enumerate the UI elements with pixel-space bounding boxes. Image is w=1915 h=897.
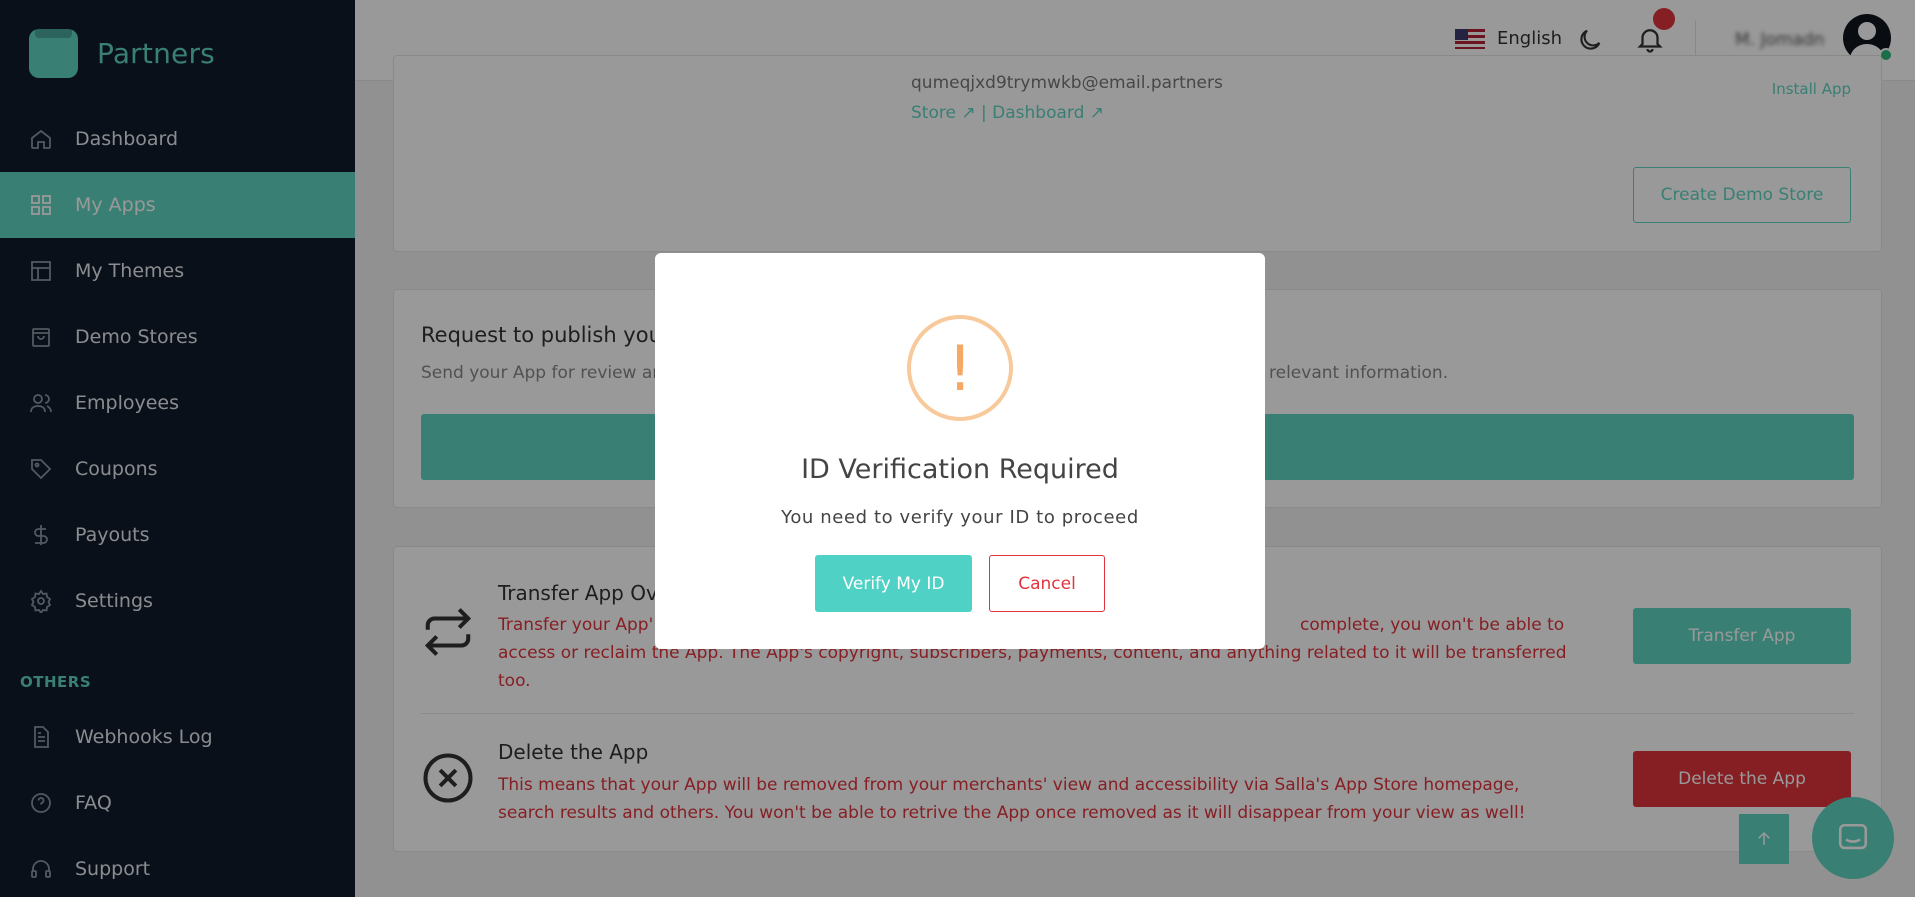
warning-icon: ! — [907, 315, 1013, 421]
verify-id-button[interactable]: Verify My ID — [815, 555, 972, 612]
modal-text: You need to verify your ID to proceed — [781, 507, 1139, 528]
cancel-button[interactable]: Cancel — [989, 555, 1105, 612]
id-verification-modal: ! ID Verification Required You need to v… — [655, 253, 1265, 649]
modal-title: ID Verification Required — [801, 454, 1119, 485]
